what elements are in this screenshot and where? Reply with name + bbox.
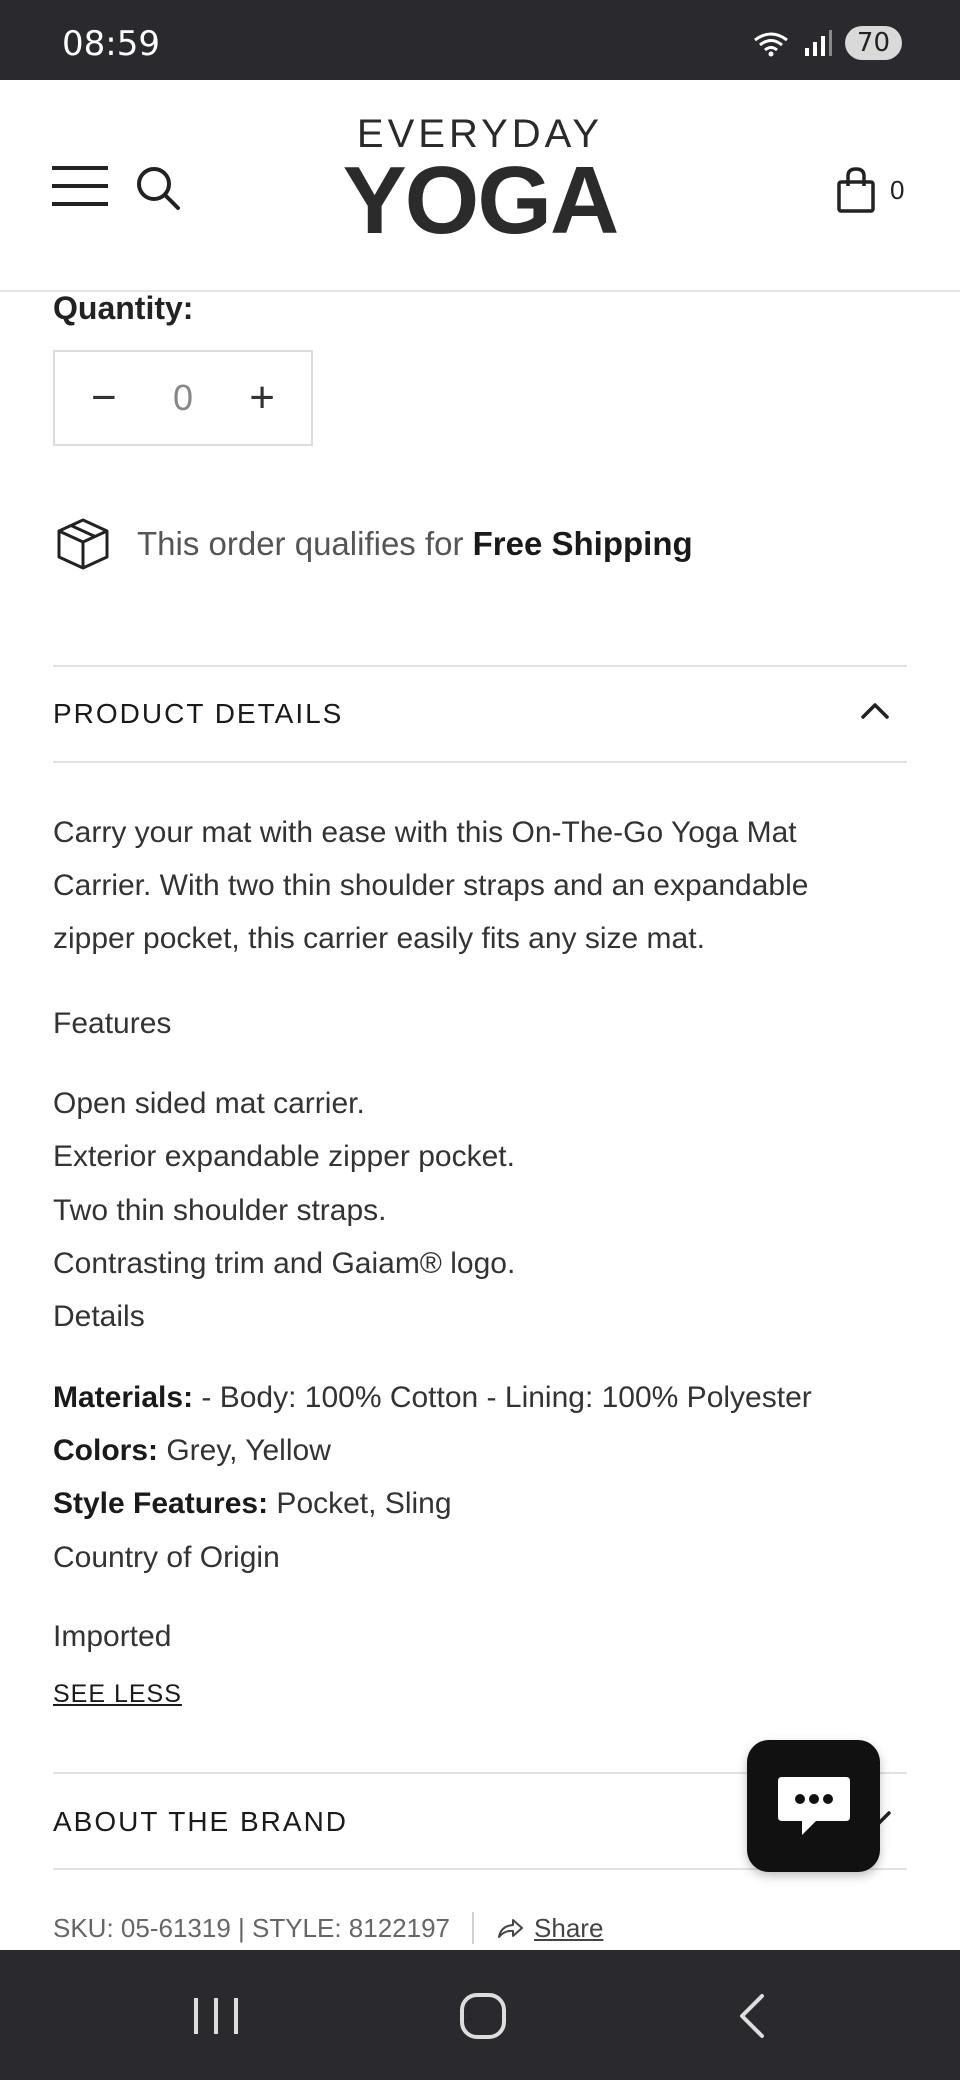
quantity-stepper: − 0 + xyxy=(53,350,313,446)
feature-item: Exterior expandable zipper pocket. xyxy=(53,1140,515,1173)
home-icon[interactable] xyxy=(453,1986,513,2046)
share-button[interactable]: Share xyxy=(496,1913,603,1944)
system-navigation-bar xyxy=(0,1950,960,2080)
shipping-text: This order qualifies for Free Shipping xyxy=(137,525,693,562)
battery-indicator: 70 xyxy=(844,26,902,60)
search-button[interactable] xyxy=(134,164,182,212)
cart-button[interactable]: 0 xyxy=(836,164,936,216)
chat-bubble-icon xyxy=(777,1777,850,1835)
divider xyxy=(53,665,907,667)
share-label: Share xyxy=(534,1912,604,1943)
status-bar: 08:59 70 xyxy=(0,0,960,80)
status-time: 08:59 xyxy=(62,24,160,64)
increase-quantity-button[interactable]: + xyxy=(249,376,275,420)
chevron-up-icon[interactable] xyxy=(858,694,892,728)
spec-colors: Colors: Grey, Yellow xyxy=(53,1434,331,1467)
country-of-origin-label: Country of Origin xyxy=(53,1541,280,1574)
sku-row: SKU: 05-61319 | STYLE: 8122197 Share xyxy=(53,1912,603,1944)
menu-button[interactable] xyxy=(52,166,108,206)
separator xyxy=(472,1912,475,1944)
site-logo[interactable]: EVERYDAY YOGA xyxy=(318,112,642,254)
shopping-bag-icon xyxy=(837,167,875,213)
recent-apps-icon[interactable] xyxy=(186,1986,246,2046)
about-the-brand-header[interactable]: ABOUT THE BRAND xyxy=(53,1806,348,1838)
feature-item: Open sided mat carrier. xyxy=(53,1087,365,1120)
free-shipping-label: Free Shipping xyxy=(472,525,693,562)
cart-count: 0 xyxy=(890,174,905,205)
features-heading: Features xyxy=(53,1007,172,1040)
hamburger-icon xyxy=(52,166,108,170)
status-icons: 70 xyxy=(751,26,902,60)
see-less-link[interactable]: SEE LESS xyxy=(53,1680,182,1709)
chat-button[interactable] xyxy=(747,1740,880,1872)
signal-icon xyxy=(804,30,832,56)
logo-bottom-text: YOGA xyxy=(342,147,620,254)
quantity-label: Quantity: xyxy=(53,290,194,326)
feature-item: Two thin shoulder straps. xyxy=(53,1194,387,1227)
product-details-header[interactable]: PRODUCT DETAILS xyxy=(53,698,343,730)
divider xyxy=(53,761,907,763)
feature-item: Details xyxy=(53,1300,145,1333)
product-description: Carry your mat with ease with this On-Th… xyxy=(53,816,809,955)
spec-style-features: Style Features: Pocket, Sling xyxy=(53,1487,452,1520)
search-icon xyxy=(137,167,180,210)
country-of-origin-value: Imported xyxy=(53,1620,172,1653)
wifi-icon xyxy=(754,32,788,57)
package-icon xyxy=(57,518,109,570)
share-arrow-icon xyxy=(498,1919,524,1938)
feature-item: Contrasting trim and Gaiam® logo. xyxy=(53,1247,516,1280)
back-icon[interactable] xyxy=(724,1986,784,2046)
spec-materials: Materials: - Body: 100% Cotton - Lining:… xyxy=(53,1381,812,1414)
sku-text: SKU: 05-61319 | STYLE: 8122197 xyxy=(53,1912,451,1943)
quantity-value[interactable]: 0 xyxy=(173,377,193,419)
decrease-quantity-button[interactable]: − xyxy=(91,376,117,420)
free-shipping-notice: This order qualifies for Free Shipping xyxy=(53,514,693,574)
site-header: EVERYDAY YOGA 0 xyxy=(0,80,960,292)
